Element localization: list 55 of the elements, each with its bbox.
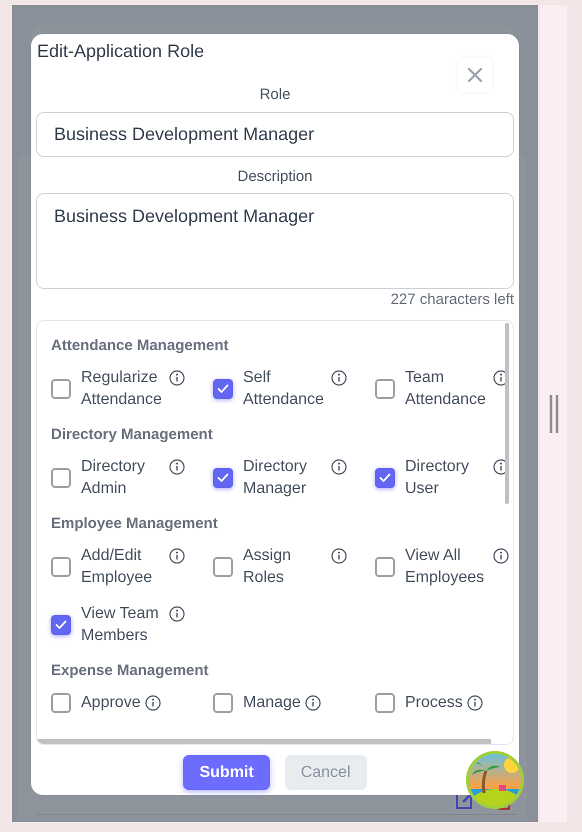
checkbox[interactable] (375, 468, 395, 488)
checkbox-label: Directory User (405, 457, 470, 499)
section-heading: Directory Management (51, 425, 214, 445)
info-icon[interactable] (466, 695, 483, 711)
section-heading: Expense Management (51, 661, 210, 681)
checkbox[interactable] (51, 615, 71, 635)
checkbox-label: Team Attendance (405, 368, 487, 410)
checkbox[interactable] (51, 557, 71, 577)
close-button[interactable] (458, 58, 492, 92)
checkbox[interactable] (51, 379, 71, 399)
section-heading: Attendance Management (51, 336, 230, 356)
info-icon[interactable] (331, 548, 347, 564)
field-label: Role (258, 85, 292, 105)
role-input-field[interactable]: Business Development Manager (36, 112, 514, 157)
checkbox[interactable] (375, 693, 395, 713)
info-icon[interactable] (304, 695, 321, 711)
checkbox[interactable] (51, 693, 71, 713)
checkbox-label: Directory Admin (81, 457, 146, 499)
checkbox[interactable] (51, 468, 71, 488)
checkbox-label: Regularize Attendance (81, 368, 163, 410)
info-icon[interactable] (331, 370, 347, 386)
dialog-title: Edit-Application Role (37, 40, 206, 63)
field-label: Description (236, 167, 314, 187)
checkbox-label: Add/Edit Employee (81, 546, 154, 588)
checkbox[interactable] (213, 379, 233, 399)
info-icon[interactable] (169, 370, 185, 386)
close-icon (468, 68, 482, 82)
info-icon[interactable] (493, 548, 509, 564)
checkbox-label: Self Attendance (243, 368, 325, 410)
info-icon[interactable] (331, 459, 347, 475)
checkbox-label: Assign Roles (243, 546, 292, 588)
info-icon[interactable] (169, 606, 185, 622)
checkbox-label: Manage (243, 693, 301, 713)
info-icon[interactable] (144, 695, 161, 711)
checkbox[interactable] (213, 693, 233, 713)
checkbox[interactable] (375, 557, 395, 577)
checkbox-label: Process (405, 693, 463, 713)
info-icon[interactable] (169, 548, 185, 564)
check-icon (217, 473, 229, 483)
character-counter: 227 characters left (390, 290, 514, 310)
resize-handle-icon[interactable] (548, 394, 558, 434)
check-icon (217, 384, 229, 394)
checkbox[interactable] (375, 379, 395, 399)
checkbox-label: Directory Manager (243, 457, 308, 499)
check-icon (55, 620, 67, 630)
checkbox[interactable] (213, 557, 233, 577)
checkbox[interactable] (213, 468, 233, 488)
check-icon (379, 473, 391, 483)
section-heading: Employee Management (51, 514, 219, 534)
description-input-field[interactable]: Business Development Manager (36, 193, 514, 289)
checkbox-label: View All Employees (405, 546, 486, 588)
submit-button[interactable]: Submit (183, 755, 270, 790)
checkbox-label: View Team Members (81, 604, 160, 646)
checkbox-label: Approve (81, 693, 141, 713)
info-icon[interactable] (169, 459, 185, 475)
